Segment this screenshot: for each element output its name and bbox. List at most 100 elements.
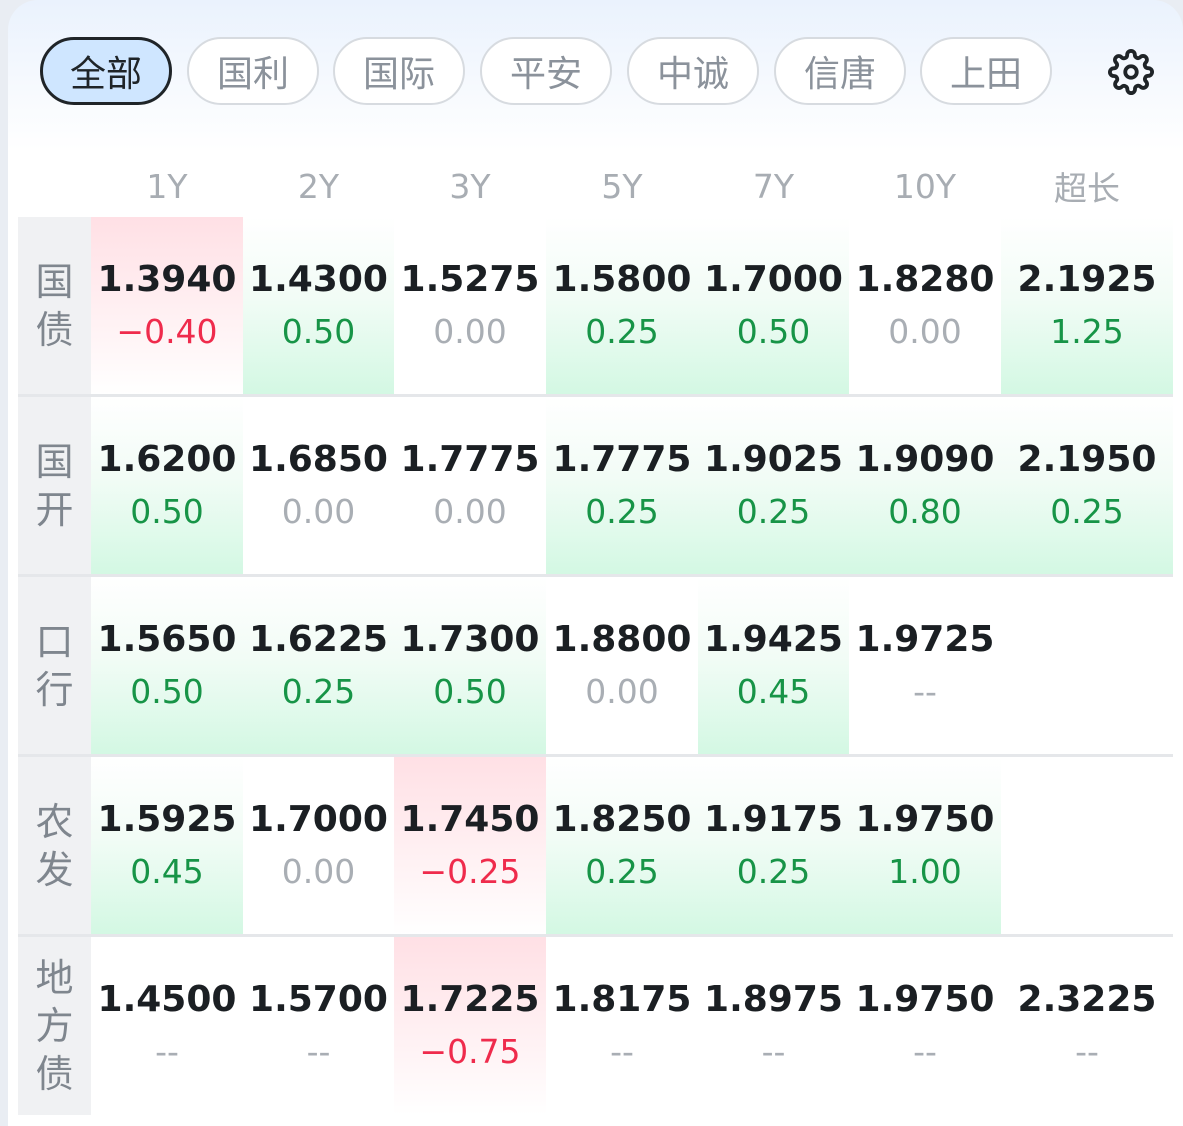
yield-cell[interactable]: 1.7775 0.00: [394, 397, 546, 575]
tab-3[interactable]: 国际: [333, 37, 465, 105]
row-label: 农发: [18, 757, 91, 935]
yield-value: 1.6225: [249, 619, 388, 660]
row-divider: [18, 394, 1173, 397]
tenor-header: 1Y 2Y 3Y 5Y 7Y 10Y 超长: [0, 160, 1183, 212]
yield-value: 1.7000: [704, 259, 843, 300]
yield-change: 0.25: [585, 852, 659, 891]
column-header-1: 1Y: [146, 166, 188, 206]
yield-cell[interactable]: 1.9175 0.25: [698, 757, 849, 935]
tab-4[interactable]: 平安: [480, 37, 612, 105]
yield-change: --: [761, 1032, 786, 1071]
yield-cell[interactable]: 2.3225 --: [1001, 937, 1173, 1115]
yield-cell[interactable]: 1.7775 0.25: [546, 397, 698, 575]
yield-change: −0.40: [116, 312, 218, 351]
yield-change: 0.25: [736, 852, 811, 891]
yield-cell[interactable]: 1.7300 0.50: [394, 577, 546, 755]
yield-change: 1.25: [1050, 312, 1124, 351]
yield-change: 0.50: [130, 492, 204, 531]
yield-cell[interactable]: 1.7000 0.50: [698, 217, 849, 395]
row-divider: [18, 574, 1173, 577]
yield-cell[interactable]: 1.8975 --: [698, 937, 849, 1115]
yield-cell[interactable]: 1.8250 0.25: [546, 757, 698, 935]
yield-cell[interactable]: 1.5275 0.00: [394, 217, 546, 395]
yield-cell[interactable]: 1.8800 0.00: [546, 577, 698, 755]
yield-change: 0.00: [888, 312, 962, 351]
row-label-char: 开: [35, 488, 74, 532]
yield-value: 1.4500: [97, 979, 237, 1020]
yield-change: --: [1075, 1032, 1099, 1071]
row-label-char: 行: [35, 668, 74, 712]
yield-change: 0.00: [433, 492, 507, 531]
column-header-7: 超长: [1054, 169, 1120, 208]
yield-cell[interactable]: 2.1950 0.25: [1001, 397, 1173, 575]
yield-change: 0.50: [281, 312, 356, 351]
column-header-4: 5Y: [601, 166, 643, 206]
yield-cell[interactable]: 1.5925 0.45: [91, 757, 243, 935]
yield-cell[interactable]: 1.7000 0.00: [243, 757, 394, 935]
row-label: 地方债: [18, 937, 91, 1115]
yield-value: 1.5925: [97, 799, 237, 840]
yield-value: 1.8250: [552, 799, 692, 840]
yield-change: 0.50: [433, 672, 507, 711]
yield-cell[interactable]: 1.9725 --: [849, 577, 1001, 755]
yield-cell[interactable]: 1.4500 --: [91, 937, 243, 1115]
yield-cell[interactable]: 1.8175 --: [546, 937, 698, 1115]
gear-icon[interactable]: [1108, 49, 1154, 95]
yield-value: 2.3225: [1017, 979, 1157, 1020]
yield-cell[interactable]: 1.6850 0.00: [243, 397, 394, 575]
yield-cell[interactable]: 1.6200 0.50: [91, 397, 243, 575]
tab-5[interactable]: 中诚: [627, 37, 759, 105]
yield-value: 1.8975: [704, 979, 843, 1020]
tab-7[interactable]: 上田: [920, 37, 1052, 105]
tab-6[interactable]: 信唐: [774, 37, 906, 105]
table-row: 地方债 1.4500 -- 1.5700 -- 1.7225 −0.75 1.8175 -- 1.…: [0, 937, 1183, 1115]
yield-change: 0.00: [585, 672, 659, 711]
yield-cell[interactable]: 1.5800 0.25: [546, 217, 698, 395]
yield-value: 1.7225: [400, 979, 540, 1020]
yield-cell[interactable]: 1.7225 −0.75: [394, 937, 546, 1115]
yield-cell[interactable]: 1.9750 1.00: [849, 757, 1001, 935]
table-row: 口行 1.5650 0.50 1.6225 0.25 1.7300 0.50 1.8800 0.…: [0, 577, 1183, 755]
yield-value: 1.8280: [855, 259, 995, 300]
yield-value: 1.5800: [552, 259, 692, 300]
yield-change: 0.00: [281, 852, 356, 891]
yield-change: −0.75: [419, 1032, 521, 1071]
yield-change: 0.00: [433, 312, 507, 351]
yield-cell[interactable]: 1.6225 0.25: [243, 577, 394, 755]
yield-change: --: [610, 1032, 634, 1071]
row-label-char: 地: [35, 956, 74, 1000]
yield-cell[interactable]: 1.9750 --: [849, 937, 1001, 1115]
yield-value: 1.7300: [400, 619, 540, 660]
yield-cell[interactable]: 1.9425 0.45: [698, 577, 849, 755]
yield-cell[interactable]: 2.1925 1.25: [1001, 217, 1173, 395]
yield-change: 0.50: [130, 672, 204, 711]
yield-cell[interactable]: 1.8280 0.00: [849, 217, 1001, 395]
yield-value: 1.9090: [855, 439, 995, 480]
yield-cell[interactable]: 1.9025 0.25: [698, 397, 849, 575]
yield-value: 1.5700: [249, 979, 388, 1020]
row-label-char: 债: [35, 308, 74, 352]
yield-change: 0.45: [130, 852, 204, 891]
yield-value: 1.6850: [249, 439, 388, 480]
yield-change: 0.25: [281, 672, 356, 711]
yield-cell[interactable]: 1.4300 0.50: [243, 217, 394, 395]
yield-cell[interactable]: 1.5650 0.50: [91, 577, 243, 755]
table-row: 国债 1.3940 −0.40 1.4300 0.50 1.5275 0.00 1.5800 0…: [0, 217, 1183, 395]
row-label-char: 农: [35, 800, 74, 844]
tab-2[interactable]: 国利: [187, 37, 319, 105]
column-header-3: 3Y: [449, 166, 491, 206]
yield-change: 0.00: [281, 492, 356, 531]
yield-value: 1.9025: [704, 439, 843, 480]
yield-change: 0.50: [736, 312, 811, 351]
yield-value: 2.1925: [1017, 259, 1157, 300]
yield-change: --: [306, 1032, 331, 1071]
yield-cell[interactable]: 1.5700 --: [243, 937, 394, 1115]
yield-cell[interactable]: 1.7450 −0.25: [394, 757, 546, 935]
yield-cell[interactable]: 1.3940 −0.40: [91, 217, 243, 395]
institution-tabs: 全部 国利 国际 平安 中诚 信唐 上田: [40, 37, 1140, 105]
yield-value: 1.7775: [552, 439, 692, 480]
row-label-char: 国: [35, 440, 74, 484]
yield-cell[interactable]: 1.9090 0.80: [849, 397, 1001, 575]
yield-change: −0.25: [419, 852, 521, 891]
tab-1[interactable]: 全部: [40, 37, 172, 105]
